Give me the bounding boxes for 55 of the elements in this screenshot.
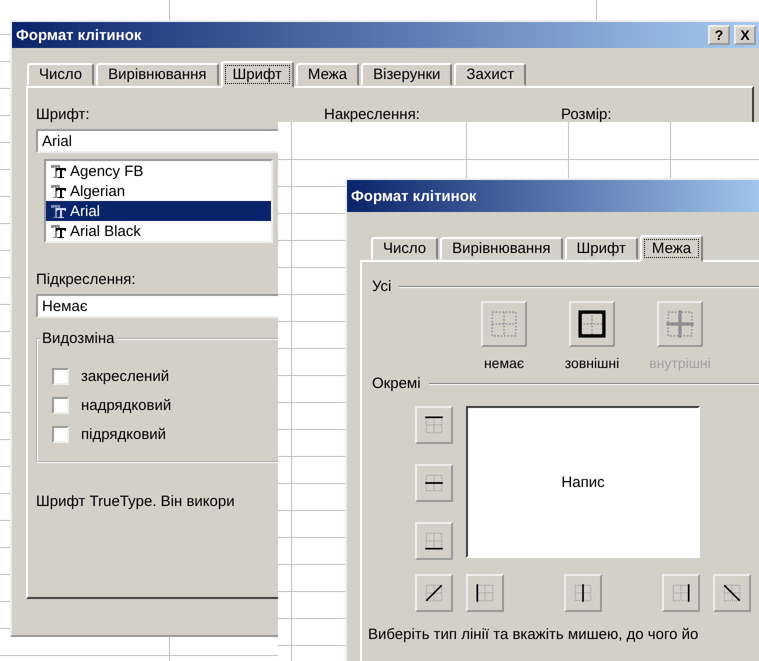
border-button[interactable]: [713, 574, 751, 612]
tab[interactable]: Захист: [454, 63, 526, 86]
truetype-icon: [50, 203, 68, 219]
tab[interactable]: Межа: [296, 63, 360, 86]
checkbox-label: підрядковий: [81, 426, 166, 443]
border-button[interactable]: [564, 574, 602, 612]
tab[interactable]: Візерунки: [361, 63, 452, 86]
font-list-item[interactable]: Arial Black: [46, 221, 271, 241]
border-button[interactable]: [415, 574, 453, 612]
font-input-field[interactable]: Arial: [36, 129, 281, 153]
font-description: Шрифт TrueType. Він викори: [36, 493, 236, 510]
help-button[interactable]: ?: [708, 25, 730, 45]
border-line-icon: [423, 530, 445, 552]
preview-text: Напис: [561, 474, 605, 490]
font-list-item[interactable]: Arial: [46, 201, 271, 221]
checkbox-label: закреслений: [81, 368, 170, 385]
tab[interactable]: Вирівнювання: [96, 63, 219, 86]
tab[interactable]: Вирівнювання: [440, 237, 563, 260]
truetype-icon: [50, 223, 68, 239]
underline-dropdown[interactable]: Немає: [36, 294, 281, 318]
tab[interactable]: Межа: [640, 235, 704, 262]
truetype-icon: [50, 163, 68, 179]
checkbox[interactable]: [52, 397, 69, 414]
font-list-item[interactable]: Algerian: [46, 181, 271, 201]
preset-label: немає: [484, 355, 524, 371]
field-label: Підкреслення:: [36, 271, 136, 288]
hint-text: Виберіть тип лінії та вкажіть мишею, до чого йо: [368, 626, 700, 643]
checkbox[interactable]: [52, 426, 69, 443]
tab[interactable]: Шрифт: [220, 61, 294, 88]
window-title: Формат клітинок: [351, 188, 476, 204]
border-line-icon: [423, 582, 445, 604]
close-button[interactable]: X: [734, 25, 756, 45]
tab[interactable]: Число: [27, 63, 94, 86]
field-label: Накреслення:: [324, 106, 421, 123]
preset-label: зовнішні: [564, 355, 620, 371]
tab[interactable]: Число: [371, 237, 438, 260]
font-list-item[interactable]: Agency FB: [46, 161, 271, 181]
group-title: Видозміна: [40, 330, 116, 347]
border-line-icon: [572, 582, 594, 604]
border-button[interactable]: [415, 464, 453, 502]
border-line-icon: [670, 582, 692, 604]
border-line-icon: [423, 414, 445, 436]
preset-button[interactable]: [569, 301, 615, 347]
tab[interactable]: Шрифт: [564, 237, 638, 260]
border-line-icon: [721, 582, 743, 604]
section-label: Окремі: [372, 375, 421, 392]
field-label: Розмір:: [561, 106, 613, 123]
window-title: Формат клітинок: [16, 26, 142, 44]
section-label: Усі: [372, 278, 392, 295]
field-label: Шрифт:: [36, 106, 91, 123]
border-line-icon: [474, 582, 496, 604]
border-line-icon: [423, 472, 445, 494]
checkbox-label: надрядковий: [81, 397, 172, 414]
truetype-icon: [50, 183, 68, 199]
checkbox[interactable]: [52, 368, 69, 385]
